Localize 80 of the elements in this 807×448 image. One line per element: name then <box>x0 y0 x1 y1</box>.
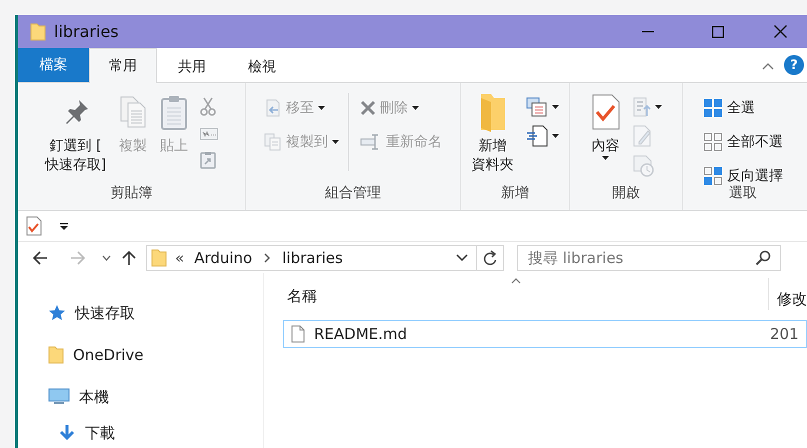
file-tab[interactable]: 檔案 <box>18 48 89 82</box>
nav-item[interactable]: 快速存取 <box>18 292 135 334</box>
group-label: 剪貼簿 <box>110 184 152 203</box>
clipboard-shortcut-icon <box>200 151 216 169</box>
folder-icon <box>151 248 167 266</box>
chevron-icon <box>264 252 270 262</box>
grid-half-icon <box>703 166 723 186</box>
breadcrumb-segment[interactable]: Arduino <box>194 248 252 266</box>
nav-item[interactable]: 本機 <box>18 376 109 418</box>
nav-item[interactable]: OneDrive <box>18 334 144 376</box>
caret-icon <box>102 254 111 260</box>
nav-item[interactable]: 下載 <box>18 418 115 448</box>
ribbon-tab[interactable]: 常用 <box>89 48 157 83</box>
checked-page-icon <box>26 216 42 236</box>
search-field[interactable]: 搜尋 libraries <box>517 244 781 270</box>
arrow-left-icon <box>32 250 48 264</box>
column-header[interactable]: 修改 <box>769 278 807 310</box>
folder-icon <box>478 92 506 132</box>
copy-icon <box>118 95 148 129</box>
caret-icon <box>456 254 468 261</box>
copy-icon <box>264 133 282 151</box>
grid-icon <box>703 98 723 118</box>
select-all-button[interactable]: 全選 <box>700 93 786 123</box>
new-folder-button[interactable]: 新增 資料夾 <box>468 87 516 179</box>
search-icon <box>755 250 771 266</box>
ribbon-tab[interactable]: 檢視 <box>227 49 297 83</box>
clock-page-icon <box>632 155 654 177</box>
cross-icon <box>360 100 376 116</box>
arrow-right-icon <box>70 250 86 264</box>
caret-icon <box>552 105 558 109</box>
caret-icon <box>60 222 68 230</box>
move-icon <box>264 99 282 117</box>
caret-icon <box>412 106 419 110</box>
ribbon-tab[interactable]: 共用 <box>157 49 227 83</box>
customize-toolbar-button[interactable] <box>60 222 68 230</box>
date-cell-text: 201 <box>770 325 800 343</box>
collapse-icon <box>762 62 774 70</box>
arrow-up-icon <box>122 250 136 266</box>
breadcrumb-overflow[interactable]: « <box>175 248 184 266</box>
star-icon <box>48 304 66 322</box>
minimize-icon <box>642 30 654 32</box>
pin-button[interactable]: 釘選到 [ 快速存取] <box>42 87 110 179</box>
properties-button[interactable] <box>26 216 42 236</box>
path-icon <box>200 128 218 140</box>
help-button[interactable]: ? <box>784 55 804 75</box>
properties-button[interactable]: 內容 <box>588 87 624 164</box>
select-none-button[interactable]: 全部不選 <box>700 127 786 157</box>
caret-icon <box>552 134 558 138</box>
caret-icon <box>654 105 662 109</box>
maximize-icon <box>712 26 724 38</box>
column-header[interactable]: 名稱 <box>264 287 768 306</box>
folder-icon <box>48 346 64 364</box>
page-lines-icon <box>526 125 548 147</box>
list-arrow-icon <box>632 97 650 117</box>
sort-up-icon <box>511 278 521 284</box>
breadcrumb-segment[interactable]: libraries <box>282 248 343 266</box>
caret-icon <box>318 106 325 110</box>
folder-icon <box>30 22 46 40</box>
address-dropdown[interactable] <box>456 254 468 261</box>
computer-icon <box>48 388 70 406</box>
clipboard-icon <box>160 94 188 130</box>
download-icon <box>58 424 76 442</box>
grid-outline-icon <box>703 132 723 152</box>
document-icon <box>291 325 305 343</box>
caret-icon <box>332 140 339 144</box>
caret-icon <box>602 156 609 160</box>
address-bar[interactable]: « Arduino libraries <box>146 244 504 270</box>
group-label: 組合管理 <box>325 184 381 203</box>
group-label: 開啟 <box>612 184 640 203</box>
window-title: libraries <box>54 22 120 41</box>
group-label: 新增 <box>501 184 529 203</box>
close-icon <box>774 25 786 38</box>
file-row[interactable]: README.md 201 <box>283 320 807 348</box>
window-stack-icon <box>526 97 548 117</box>
pencil-page-icon <box>632 125 650 147</box>
scissors-icon <box>200 97 216 117</box>
refresh-icon <box>483 250 497 266</box>
group-label: 選取 <box>729 184 757 203</box>
checked-page-icon <box>590 94 620 130</box>
file-name: README.md <box>314 325 408 343</box>
